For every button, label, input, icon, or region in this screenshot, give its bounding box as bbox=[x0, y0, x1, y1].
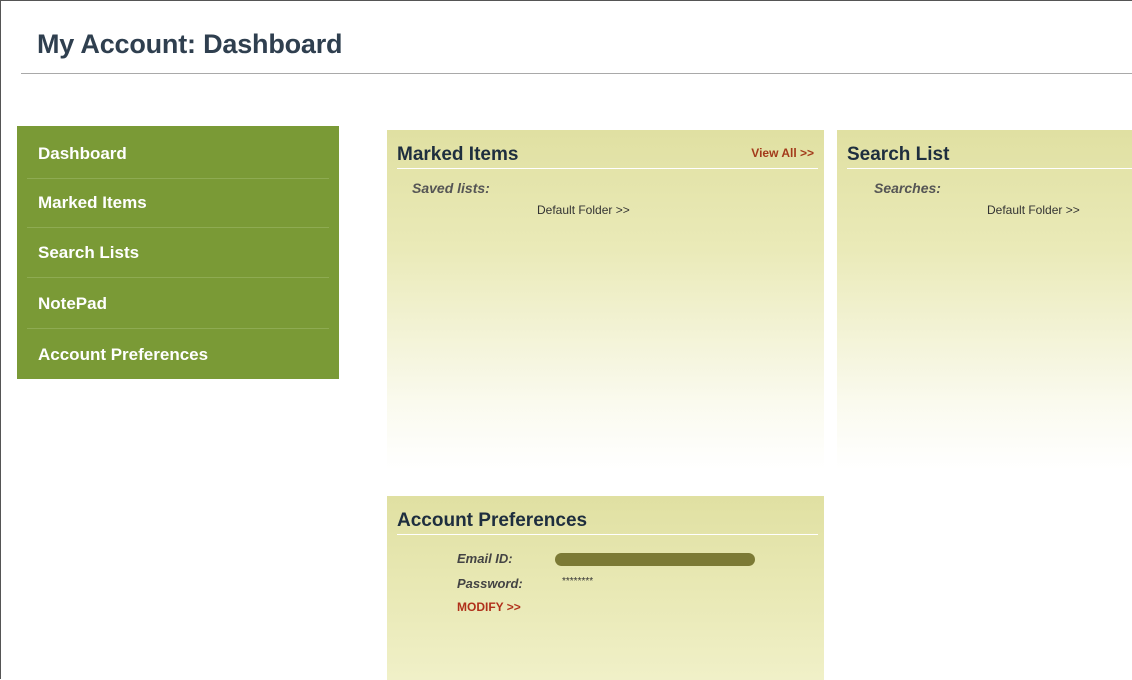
password-value: ******** bbox=[562, 576, 594, 587]
search-list-header: Search List bbox=[847, 142, 1132, 169]
marked-items-panel: Marked Items View All >> Saved lists: De… bbox=[387, 130, 824, 470]
sidebar-item-marked-items[interactable]: Marked Items bbox=[27, 177, 329, 228]
account-preferences-title: Account Preferences bbox=[397, 510, 588, 531]
sidebar-item-account-preferences[interactable]: Account Preferences bbox=[27, 329, 329, 380]
marked-items-title: Marked Items bbox=[397, 144, 519, 165]
email-label: Email ID: bbox=[457, 551, 513, 566]
password-label: Password: bbox=[457, 576, 523, 591]
sidebar-item-search-lists[interactable]: Search Lists bbox=[27, 227, 329, 278]
page-frame: My Account: Dashboard Dashboard Marked I… bbox=[0, 0, 1132, 680]
email-value-redacted bbox=[555, 553, 755, 566]
default-folder-link[interactable]: Default Folder >> bbox=[537, 203, 630, 217]
account-preferences-panel: Account Preferences Email ID: Password: … bbox=[387, 496, 824, 680]
page-title: My Account: Dashboard bbox=[37, 29, 343, 59]
saved-lists-label: Saved lists: bbox=[412, 180, 490, 196]
view-all-link[interactable]: View All >> bbox=[751, 146, 814, 160]
title-divider bbox=[21, 73, 1132, 74]
modify-link[interactable]: MODIFY >> bbox=[457, 600, 521, 614]
searches-label: Searches: bbox=[874, 180, 941, 196]
sidebar-item-notepad[interactable]: NotePad bbox=[27, 278, 329, 329]
search-default-folder-link[interactable]: Default Folder >> bbox=[987, 203, 1080, 217]
search-list-title: Search List bbox=[847, 144, 950, 165]
sidebar-nav: Dashboard Marked Items Search Lists Note… bbox=[17, 126, 339, 379]
sidebar-item-dashboard[interactable]: Dashboard bbox=[27, 128, 329, 179]
search-list-panel: Search List Searches: Default Folder >> bbox=[837, 130, 1132, 470]
account-preferences-header: Account Preferences bbox=[397, 508, 818, 535]
marked-items-header: Marked Items View All >> bbox=[397, 142, 818, 169]
